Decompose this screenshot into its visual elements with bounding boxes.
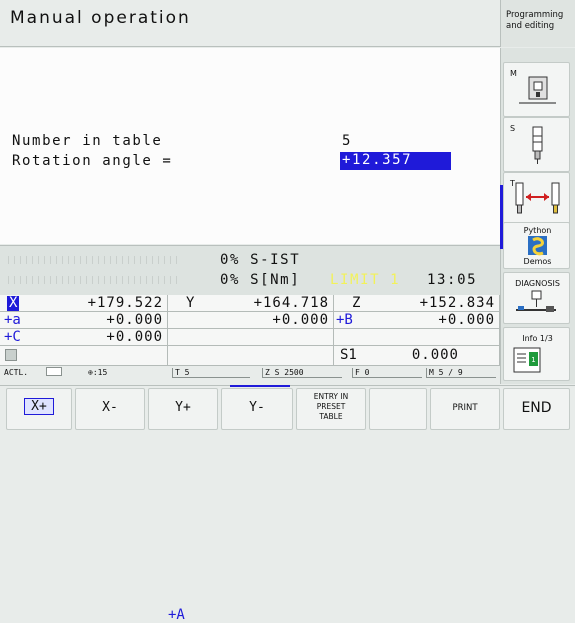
spindle-override-readout: 0% S[Nm] — [220, 272, 301, 288]
status-display: 0% S-IST 0% S[Nm] LIMIT 1 13:05 — [0, 245, 500, 295]
softkey-label-line-1: ENTRY IN — [313, 392, 349, 401]
clock: 13:05 — [427, 272, 478, 288]
axis-value-x: +179.522 — [87, 295, 163, 311]
diagnosis-icon — [516, 290, 556, 312]
softkey-t-tool[interactable]: T — [503, 172, 570, 227]
secondary-mode-line-2: and editing — [506, 21, 555, 31]
softkey-label: X- — [102, 400, 118, 415]
softkey-x-minus[interactable]: X- — [75, 388, 145, 430]
spindle-icon — [532, 126, 543, 164]
page-title: Manual operation — [10, 8, 191, 28]
position-display: X +179.522 Y +164.718 Z +152.834 +a +0.0… — [0, 295, 500, 623]
softkey-label: Y+ — [175, 400, 191, 415]
softkey-diagnosis[interactable]: DIAGNOSIS — [503, 272, 570, 324]
axis-label-b: +B — [336, 312, 353, 328]
secondary-mode-line-1: Programming — [506, 10, 564, 20]
axis-value-b: +0.000 — [438, 312, 495, 328]
spindle-value: 0.000 — [411, 347, 459, 363]
tool-label: T 5 — [172, 368, 250, 378]
empty-cell — [334, 329, 500, 346]
softkey-label: X+ — [24, 398, 54, 415]
workpiece-icon — [5, 349, 17, 361]
softkey-end[interactable]: END — [503, 388, 570, 430]
axis-label-z: Z — [352, 295, 361, 311]
mode-label: ACTL. — [4, 368, 29, 377]
header-bar: Manual operation Programming and editing — [0, 0, 575, 47]
axis-cell-b: +B +0.000 — [334, 312, 500, 329]
axis-label-y: Y — [186, 295, 195, 311]
info-page-icon: 1 — [513, 347, 541, 373]
m-function-label: M 5 / 9 — [426, 368, 496, 378]
spindle-cell: S1 0.000 — [334, 346, 500, 366]
rotation-angle-input[interactable]: +12.357 — [340, 152, 451, 170]
svg-text:1: 1 — [531, 356, 535, 364]
tool-speed-label: ⊕:15 — [88, 368, 108, 377]
axis-cell-a-lower: +a +0.000 — [0, 312, 168, 329]
softkey-print[interactable]: PRINT — [430, 388, 500, 430]
axis-cell-c: +C +0.000 — [0, 329, 168, 346]
softkey-label-line-2: PRESET — [316, 402, 346, 411]
softkey-label: Y- — [249, 400, 265, 415]
number-in-table-value: 5 — [342, 133, 353, 149]
axis-value-c: +0.000 — [106, 329, 163, 345]
limit-indicator: LIMIT 1 — [330, 272, 401, 288]
softkey-x-plus[interactable]: X+ — [6, 388, 72, 430]
axis-value-z: +152.834 — [419, 295, 495, 311]
softkey-entry-in-preset-table[interactable]: ENTRY IN PRESET TABLE — [296, 388, 366, 430]
axis-label-c: +C — [4, 329, 21, 345]
axis-value-y: +164.718 — [253, 295, 329, 311]
workpiece-cell — [0, 346, 168, 366]
axis-label-a-lower: +a — [4, 312, 21, 328]
axis-label-a: +A — [168, 607, 185, 623]
softkey-info[interactable]: Info 1/3 1 — [503, 327, 570, 381]
softkey-empty[interactable] — [369, 388, 427, 430]
softkey-y-plus[interactable]: Y+ — [148, 388, 218, 430]
softkey-y-minus[interactable]: Y- — [221, 388, 293, 430]
feed-override-readout: 0% S-IST — [220, 252, 301, 268]
bottom-status-strip: ACTL. ⊕:15 T 5 Z S 2500 F 0 M 5 / 9 — [0, 366, 500, 380]
spindle-machine-icon — [519, 76, 556, 104]
override-bar-spindle — [8, 276, 178, 284]
spindle-speed-label: Z S 2500 — [262, 368, 342, 378]
tool-change-icon — [515, 182, 560, 214]
axis-cell-y: Y +164.718 — [168, 295, 334, 312]
axis-value-a: +0.000 — [272, 312, 329, 328]
feed-label: F 0 — [352, 368, 422, 378]
rotation-angle-label: Rotation angle = — [12, 153, 173, 169]
softkey-label: PRINT — [452, 403, 478, 413]
softkey-m-functions[interactable]: M — [503, 62, 570, 117]
axis-cell-a: +0.000 — [168, 312, 334, 329]
softkey-s-spindle[interactable]: S — [503, 117, 570, 172]
softkey-label-line-2: Demos — [523, 257, 552, 266]
empty-cell — [168, 329, 334, 346]
softkey-row-indicator — [230, 385, 290, 387]
secondary-mode-label: Programming and editing — [500, 0, 575, 47]
override-bar-feed — [8, 256, 178, 264]
softkey-python-demos[interactable]: Python Demos — [503, 222, 570, 269]
axis-value-a-lower: +0.000 — [106, 312, 163, 328]
axis-cell-z: Z +152.834 — [334, 295, 500, 312]
status-box — [46, 367, 62, 376]
softkey-label: END — [521, 400, 552, 416]
softkey-label-line-3: TABLE — [319, 412, 343, 421]
axis-cell-x: X +179.522 — [0, 295, 168, 312]
empty-cell — [168, 346, 334, 366]
axis-label-x: X — [7, 295, 20, 311]
number-in-table-label: Number in table — [12, 133, 163, 149]
spindle-label: S1 — [340, 347, 357, 363]
